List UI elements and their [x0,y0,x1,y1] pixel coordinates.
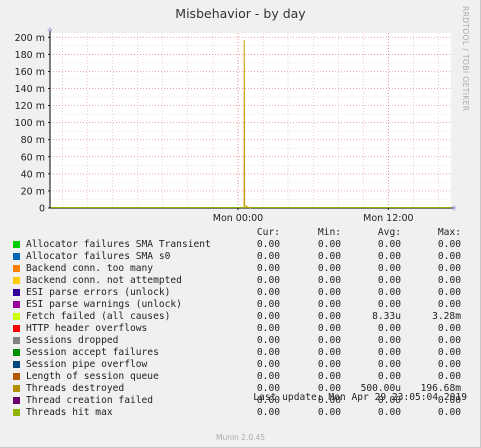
series-max: 0.00 [437,359,461,370]
series-name: Sessions dropped [26,335,119,346]
legend-row: Backend conn. not attempted 0.00 0.00 0.00 0… [12,275,461,287]
legend-swatch [13,253,20,260]
x-tick-label: Mon 12:00 [363,213,413,224]
y-tick-label: 20 m [21,186,45,197]
series-name: HTTP header overflows [26,323,148,334]
legend-swatch [13,277,20,284]
last-update: Last update: Mon Apr 29 23:05:04 2019 [253,392,467,403]
series-cur: 0.00 [256,287,280,298]
y-tick-label: 0 [39,204,45,215]
legend-swatch [13,409,20,416]
series-name: Allocator failures SMA Transient [26,239,211,250]
y-tick-label: 100 m [15,118,45,129]
series-name: Allocator failures SMA s0 [26,251,171,262]
munin-version: Munin 2.0.45 [215,433,266,442]
series-max: 0.00 [437,407,461,418]
legend-row: ESI parse errors (unlock) 0.00 0.00 0.00 0.0… [12,287,461,299]
y-tick-label: 80 m [21,135,45,146]
legend-swatch [13,361,20,368]
series-cur: 0.00 [256,251,280,262]
y-tick-label: 140 m [15,84,45,95]
series-cur: 0.00 [256,359,280,370]
legend-row: Allocator failures SMA s0 0.00 0.00 0.00 0.0… [12,251,461,263]
series-cur: 0.00 [256,371,280,382]
plot-area [50,33,451,208]
legend-row: HTTP header overflows 0.00 0.00 0.00 0.00 [12,323,461,335]
x-axis-arrow [453,205,457,211]
legend-row: Sessions dropped 0.00 0.00 0.00 0.00 [12,335,461,347]
legend-swatch [13,289,20,296]
series-max: 0.00 [437,347,461,358]
legend-swatch [13,337,20,344]
series-name: ESI parse errors (unlock) [26,287,171,298]
series-cur: 0.00 [256,239,280,250]
series-cur: 0.00 [256,347,280,358]
series-max: 0.00 [437,323,461,334]
legend-row: Threads hit max 0.00 0.00 0.00 0.00 [12,407,461,419]
legend-swatch [13,325,20,332]
legend-swatch [13,265,20,272]
legend-row: Length of session queue 0.00 0.00 0.00 0.00 [12,371,461,383]
series-max: 0.00 [437,335,461,346]
series-max: 0.00 [437,371,461,382]
legend: Cur: Min: Avg: Max: Allocator failures S… [12,227,461,419]
legend-row: ESI parse warnings (unlock) 0.00 0.00 0.00 0… [12,299,461,311]
legend-row: Session pipe overflow 0.00 0.00 0.00 0.00 [12,359,461,371]
series-max: 0.00 [437,287,461,298]
x-tick-label: Mon 00:00 [213,213,263,224]
series-max: 0.00 [437,239,461,250]
legend-row: Thread creation failed 0.00 0.00 0.00 0.00 [12,395,461,407]
series-name: Backend conn. too many [26,263,154,274]
series-name: ESI parse warnings (unlock) [26,299,182,310]
y-tick-label: 60 m [21,152,45,163]
legend-row: Fetch failed (all causes) 0.00 0.00 8.33u 3.… [12,311,461,323]
legend-row: Session accept failures 0.00 0.00 0.00 0.00 [12,347,461,359]
series-cur: 0.00 [256,299,280,310]
legend-swatch [13,241,20,248]
legend-row: Backend conn. too many 0.00 0.00 0.00 0.00 [12,263,461,275]
y-tick-label: 180 m [15,50,45,61]
series-name: Fetch failed (all causes) [26,311,171,322]
y-axis-arrow [47,27,53,31]
legend-swatch [13,301,20,308]
y-tick-label: 160 m [15,67,45,78]
legend-swatch [13,373,20,380]
series-cur: 0.00 [256,275,280,286]
series-name: Session accept failures [26,347,159,358]
legend-row: Threads destroyed 0.00 0.00 500.00u 196.68m [12,383,461,395]
col-cur-header: Cur: [256,227,280,238]
y-tick-label: 120 m [15,101,45,112]
series-name: Session pipe overflow [26,359,148,370]
legend-swatch [13,313,20,320]
col-max-header: Max: [437,227,461,238]
series-name: Threads hit max [26,407,113,418]
series-cur: 0.00 [256,407,280,418]
legend-swatch [13,397,20,404]
series-cur: 0.00 [256,323,280,334]
series-max: 3.28m [432,311,461,322]
legend-header: Cur: Min: Avg: Max: [12,227,461,239]
series-cur: 0.00 [256,263,280,274]
series-cur: 0.00 [256,335,280,346]
series-max: 0.00 [437,251,461,262]
series-name: Length of session queue [26,371,159,382]
legend-swatch [13,385,20,392]
legend-row: Allocator failures SMA Transient 0.00 0.00… [12,239,461,251]
series-max: 0.00 [437,263,461,274]
legend-swatch [13,349,20,356]
series-max: 0.00 [437,299,461,310]
series-name: Thread creation failed [26,395,154,406]
y-tick-label: 40 m [21,169,45,180]
series-cur: 0.00 [256,311,280,322]
series-name: Backend conn. not attempted [26,275,182,286]
y-tick-label: 200 m [15,33,45,44]
series-max: 0.00 [437,275,461,286]
series-name: Threads destroyed [26,383,125,394]
